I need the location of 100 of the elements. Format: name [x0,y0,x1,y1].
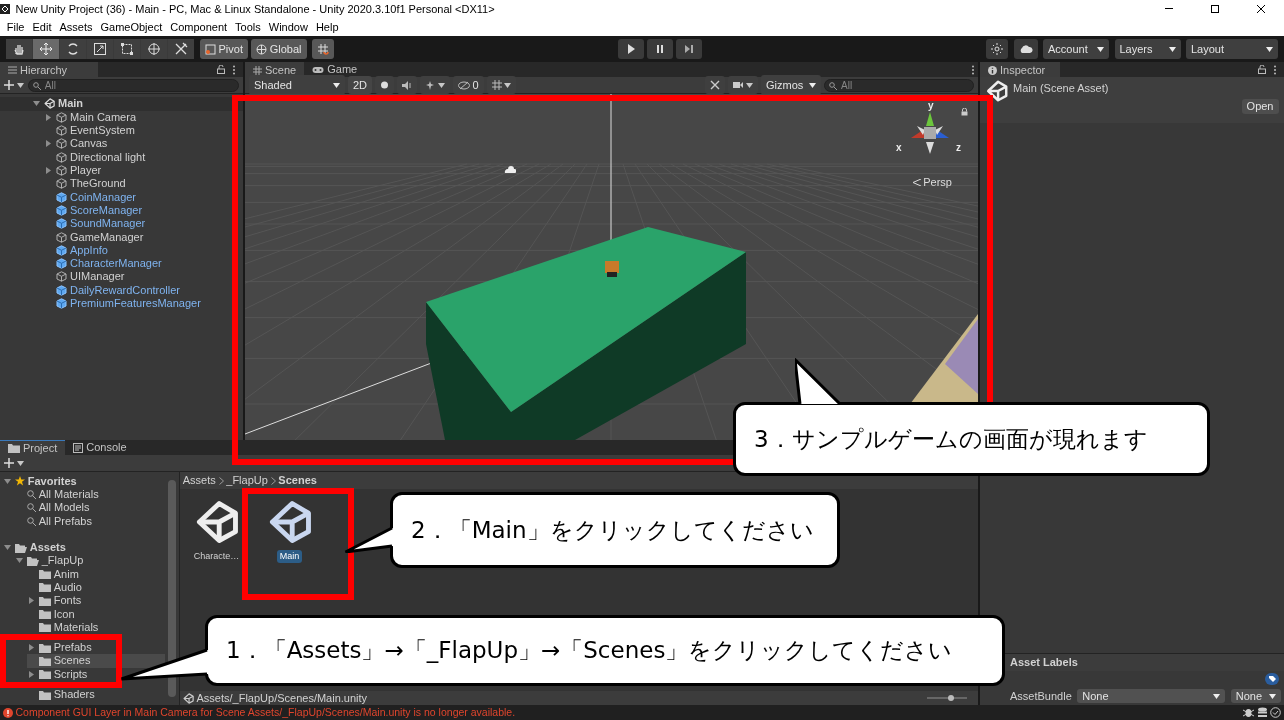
menu-item[interactable]: Component [166,18,232,36]
scale-tool-button[interactable] [87,39,113,59]
scene-name[interactable]: Main [58,97,84,111]
folder-item[interactable]: Fonts [53,594,82,608]
hierarchy-item[interactable]: Main Camera [70,110,137,124]
hierarchy-item[interactable]: Canvas [70,137,108,151]
hierarchy-item[interactable]: DailyRewardController [70,283,181,297]
check-circle-icon[interactable] [1270,707,1282,718]
hierarchy-item[interactable]: EventSystem [70,124,135,138]
cube-icon [56,271,67,283]
step-button[interactable] [675,39,702,59]
file-name[interactable]: Main [276,549,303,563]
hierarchy-item[interactable]: UIManager [70,270,125,284]
menu-item[interactable]: Edit [28,18,56,36]
gizmos-dropdown[interactable]: Gizmos [761,75,821,95]
menu-item[interactable]: File [2,18,29,36]
pivot-toggle[interactable]: Pivot [199,39,248,59]
hierarchy-item[interactable]: GameManager [70,230,144,244]
hierarchy-item[interactable]: AppInfo [70,243,108,257]
shading-dropdown[interactable]: Shaded [249,75,345,95]
breadcrumb-link[interactable]: Scenes [278,472,317,489]
grid-snap-button[interactable] [312,39,334,59]
2d-toggle[interactable]: 2D [348,76,373,94]
menu-item[interactable]: Assets [55,18,97,36]
add-button[interactable] [4,80,24,90]
slider-thumb[interactable] [948,695,954,701]
file-name[interactable]: Characte… [190,549,243,563]
tree-item[interactable]: Favorites [27,474,77,488]
panel-tab[interactable]: Inspector [980,62,1060,79]
variant-dropdown[interactable]: None [1230,689,1282,703]
breadcrumb-link[interactable]: Assets [182,472,216,489]
account-dropdown[interactable]: Account [1043,39,1109,59]
expand-arrow-icon[interactable] [26,596,36,606]
search-field[interactable]: All [824,78,974,92]
folder-item[interactable]: Audio [53,580,82,594]
folder-icon [38,622,51,633]
cache-icon[interactable] [1256,707,1268,718]
hierarchy-item[interactable]: CoinManager [70,190,137,204]
menu-item[interactable]: Tools [231,18,265,36]
tree-item[interactable]: All Prefabs [38,514,92,528]
search-field[interactable]: All [27,78,239,92]
expand-arrow-icon[interactable] [44,139,53,149]
rect-tool-button[interactable] [114,39,140,59]
transform-tool-button[interactable] [141,39,167,59]
hierarchy-item[interactable]: CharacterManager [70,257,162,271]
expand-arrow-icon[interactable] [44,112,53,122]
projection-toggle[interactable]: Persp [912,174,952,191]
add-button[interactable] [4,458,24,468]
hierarchy-item[interactable]: TheGround [70,177,126,191]
open-button[interactable]: Open [1241,99,1279,114]
expand-arrow-icon[interactable] [26,643,36,653]
asset-bundle-dropdown[interactable]: None [1077,689,1226,703]
menu-item[interactable]: Help [311,18,343,36]
lock-icon[interactable] [217,65,225,74]
rotate-tool-button[interactable] [60,39,86,59]
folder-item[interactable]: Prefabs [53,641,92,655]
tree-item[interactable]: All Models [38,501,90,515]
folder-item[interactable]: Materials [53,620,99,634]
layers-dropdown[interactable]: Layers [1114,39,1181,59]
custom-tools-button[interactable] [168,39,194,59]
menu-item[interactable]: Window [264,18,312,36]
scrollbar[interactable] [168,480,176,697]
lighting-toggle[interactable] [375,76,395,94]
folder-item[interactable]: Icon [53,607,75,621]
lock-icon[interactable] [961,108,968,116]
hierarchy-item[interactable]: Directional light [70,150,146,164]
light-icon[interactable] [504,166,516,174]
expand-arrow-icon[interactable] [26,669,36,679]
layout-dropdown[interactable]: Layout [1186,39,1278,59]
breadcrumb-link[interactable]: _FlapUp [226,472,268,489]
hierarchy-item[interactable]: SoundManager [70,217,146,231]
play-button[interactable] [618,39,645,59]
cloud-button[interactable] [1013,39,1038,59]
error-icon[interactable] [2,707,13,718]
lock-icon[interactable] [1258,65,1266,74]
move-tool-button[interactable] [33,39,59,59]
tree-item[interactable]: Assets [29,541,66,555]
hierarchy-item[interactable]: PremiumFeaturesManager [70,297,201,311]
tree-item[interactable]: All Materials [38,488,99,502]
global-toggle[interactable]: Global [250,39,307,59]
collapse-arrow-icon[interactable] [32,99,41,109]
menu-item[interactable]: GameObject [96,18,167,36]
folder-item[interactable]: Scripts [53,667,88,681]
folder-item[interactable]: _FlapUp [41,554,84,568]
collapse-arrow-icon[interactable] [2,476,12,486]
section-header: Asset Labels [1010,655,1078,671]
panel-tab[interactable]: Console [65,440,135,455]
hand-tool-button[interactable] [6,39,32,59]
hierarchy-item[interactable]: Player [70,164,102,178]
panel-tab[interactable]: Project [0,440,66,455]
collab-button[interactable] [986,39,1008,59]
hierarchy-item[interactable]: ScoreManager [70,203,143,217]
folder-item[interactable]: Anim [53,567,79,581]
expand-arrow-icon[interactable] [44,166,53,176]
panel-tab[interactable]: Hierarchy [0,62,98,79]
tag-icon[interactable] [1264,673,1279,685]
pause-button[interactable] [647,39,673,59]
bug-icon[interactable] [1242,707,1254,718]
folder-item[interactable]: Shaders [53,688,95,702]
hidden-objects-toggle[interactable]: 0 [452,76,484,94]
